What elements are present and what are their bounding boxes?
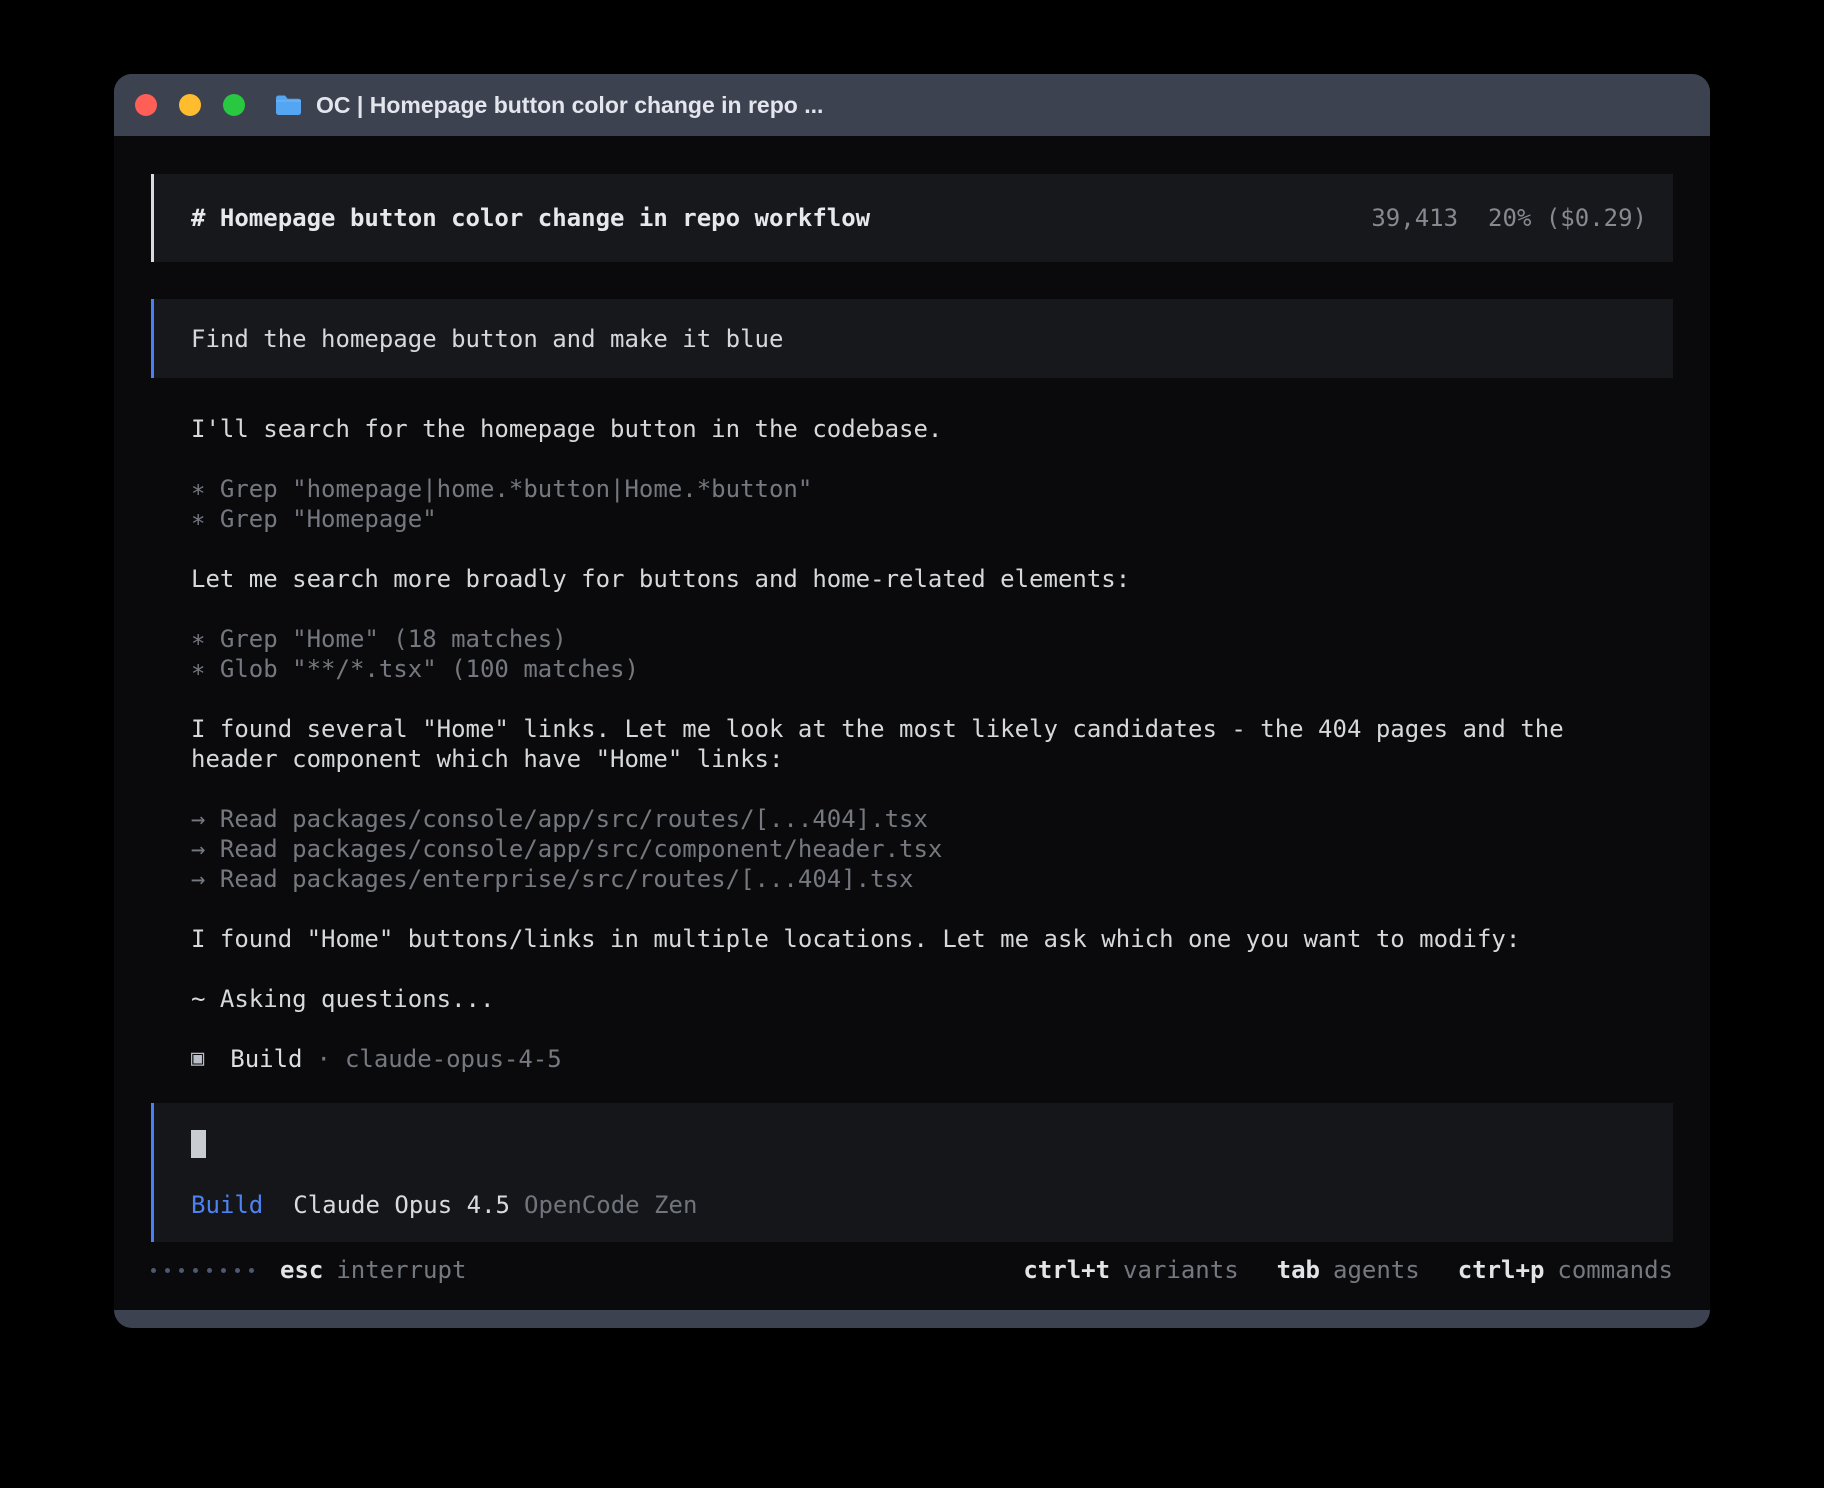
assistant-message: I'll search for the homepage button in t… [191, 414, 1646, 444]
statusbar-right: ctrl+t variants tab agents ctrl+p comman… [1023, 1255, 1673, 1285]
tool-call-line: ∗ Grep "Home" (18 matches) [191, 624, 1646, 654]
interrupt-label: interrupt [336, 1255, 466, 1285]
shortcut-label: variants [1123, 1255, 1239, 1285]
context-usage: 20% ($0.29) [1488, 203, 1647, 233]
agent-icon: ▣ [191, 1044, 204, 1074]
active-agent-label: Build [191, 1190, 263, 1220]
tool-call-line: → Read packages/enterprise/src/routes/[.… [191, 864, 1646, 894]
tool-call-line: ∗ Glob "**/*.tsx" (100 matches) [191, 654, 1646, 684]
minimize-button[interactable] [179, 94, 201, 116]
active-model-label: Claude Opus 4.5 [293, 1190, 510, 1220]
chat-transcript: I'll search for the homepage button in t… [191, 414, 1646, 1074]
assistant-message: ~ Asking questions... [191, 984, 1646, 1014]
shortcut-key: ctrl+p [1458, 1255, 1545, 1285]
user-message-text: Find the homepage button and make it blu… [191, 324, 783, 354]
esc-key: esc [280, 1255, 323, 1285]
shortcut-agents: tab agents [1277, 1255, 1420, 1285]
token-count: 39,413 [1371, 203, 1458, 233]
terminal-content: # Homepage button color change in repo w… [114, 136, 1710, 1310]
mode-row: Build Claude Opus 4.5 OpenCode Zen [191, 1190, 1647, 1220]
titlebar: OC | Homepage button color change in rep… [114, 74, 1710, 136]
statusbar-left: esc interrupt [151, 1255, 466, 1285]
terminal-window: OC | Homepage button color change in rep… [114, 74, 1710, 1328]
shortcut-key: ctrl+t [1023, 1255, 1110, 1285]
shortcut-variants: ctrl+t variants [1023, 1255, 1238, 1285]
window-controls [135, 94, 245, 116]
shortcut-commands: ctrl+p commands [1458, 1255, 1673, 1285]
desktop-background: OC | Homepage button color change in rep… [0, 0, 1824, 1488]
provider-label: OpenCode Zen [524, 1190, 697, 1220]
agent-name: Build [230, 1044, 302, 1074]
session-stats: 39,413 20% ($0.29) [1371, 203, 1647, 233]
folder-icon [275, 94, 302, 116]
tool-call-line: ∗ Grep "homepage|home.*button|Home.*butt… [191, 474, 1646, 504]
assistant-message: I found several "Home" links. Let me loo… [191, 714, 1646, 774]
close-button[interactable] [135, 94, 157, 116]
assistant-message: I found "Home" buttons/links in multiple… [191, 924, 1646, 954]
shortcut-label: agents [1333, 1255, 1420, 1285]
prompt-input[interactable]: Build Claude Opus 4.5 OpenCode Zen [151, 1103, 1673, 1242]
window-title: OC | Homepage button color change in rep… [316, 92, 823, 119]
progress-dots [151, 1268, 254, 1273]
tool-call-line: → Read packages/console/app/src/componen… [191, 834, 1646, 864]
user-message: Find the homepage button and make it blu… [151, 299, 1673, 378]
tool-call-line: ∗ Grep "Homepage" [191, 504, 1646, 534]
prompt-line [191, 1129, 1647, 1159]
text-cursor [191, 1130, 206, 1158]
statusbar: esc interrupt ctrl+t variants tab agents… [151, 1255, 1673, 1285]
shortcut-key: tab [1277, 1255, 1320, 1285]
session-title: # Homepage button color change in repo w… [191, 203, 870, 233]
separator-dot: · [317, 1044, 331, 1074]
maximize-button[interactable] [223, 94, 245, 116]
model-name: claude-opus-4-5 [345, 1044, 562, 1074]
shortcut-label: commands [1557, 1255, 1673, 1285]
session-header: # Homepage button color change in repo w… [151, 174, 1673, 262]
assistant-message: Let me search more broadly for buttons a… [191, 564, 1646, 594]
tool-call-line: → Read packages/console/app/src/routes/[… [191, 804, 1646, 834]
agent-status-line: ▣ Build · claude-opus-4-5 [191, 1044, 1646, 1074]
